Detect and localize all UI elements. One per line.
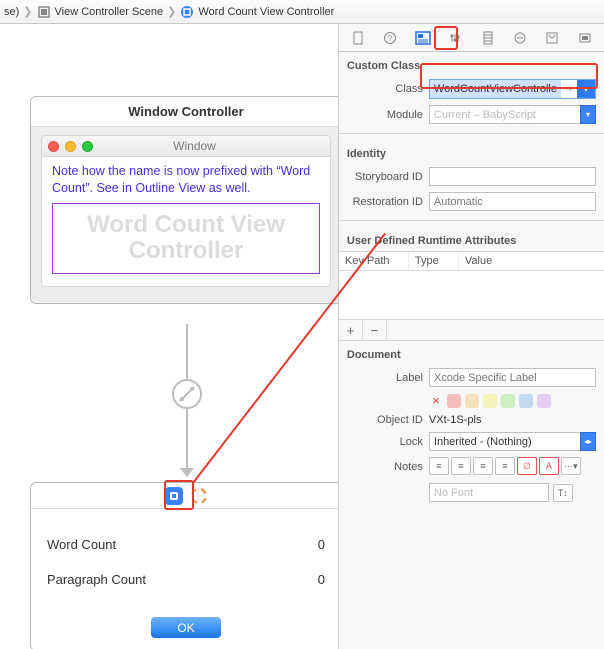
font-panel-icon[interactable]: A xyxy=(539,457,559,475)
remove-attribute-button[interactable]: − xyxy=(363,320,387,340)
identity-inspector-tab-icon[interactable] xyxy=(414,29,432,47)
udra-col-keypath[interactable]: Key Path xyxy=(339,252,409,270)
inspector-panel: ? Custom Class Class WordCountViewContro… xyxy=(338,24,604,649)
file-inspector-tab-icon[interactable] xyxy=(349,29,367,47)
align-right-icon[interactable]: ≡ xyxy=(473,457,493,475)
breadcrumb-item-controller[interactable]: Word Count View Controller xyxy=(198,6,334,18)
storyboard-canvas[interactable]: Window Controller Window Note how the na… xyxy=(0,24,338,649)
window-titlebar: Window xyxy=(41,135,331,157)
stat-row: Paragraph Count 0 xyxy=(47,562,325,597)
lock-popup[interactable]: Inherited - (Nothing) ◂▸ xyxy=(429,432,596,451)
ok-button[interactable]: OK xyxy=(151,617,221,638)
storyboard-scene-icon xyxy=(37,5,51,19)
align-center-icon[interactable]: ≡ xyxy=(451,457,471,475)
module-label: Module xyxy=(347,109,423,121)
annotation-note: Note how the name is now prefixed with “… xyxy=(52,163,320,197)
align-justify-icon[interactable]: ≡ xyxy=(495,457,515,475)
stat-row: Word Count 0 xyxy=(47,527,325,562)
breadcrumb-bar: se) ❯ View Controller Scene ❯ Word Count… xyxy=(0,0,604,24)
class-combobox[interactable]: WordCountViewControlle ➜ ▾ xyxy=(429,79,596,99)
view-controller-object[interactable]: Word Count 0 Paragraph Count 0 OK xyxy=(30,482,338,649)
section-udra: User Defined Runtime Attributes xyxy=(339,227,604,251)
size-inspector-tab-icon[interactable] xyxy=(479,29,497,47)
strike-icon[interactable]: ∅ xyxy=(517,457,537,475)
breadcrumb-partial: se) xyxy=(4,6,19,18)
view-controller-badge-icon[interactable] xyxy=(165,487,183,505)
stat-label: Paragraph Count xyxy=(47,572,146,587)
section-custom-class: Custom Class xyxy=(339,52,604,76)
stat-value: 0 xyxy=(318,572,325,587)
chevron-icon: ❯ xyxy=(23,5,32,18)
storyboard-id-input[interactable] xyxy=(429,167,596,186)
object-id-label: Object ID xyxy=(347,414,423,426)
attributes-inspector-tab-icon[interactable] xyxy=(446,29,464,47)
svg-text:?: ? xyxy=(388,34,393,43)
section-identity: Identity xyxy=(339,140,604,164)
clear-label-color-icon[interactable]: × xyxy=(429,393,443,408)
lock-value: Inherited - (Nothing) xyxy=(429,432,580,451)
label-color-swatches: × xyxy=(429,393,596,408)
content-placeholder-label: Word Count View Controller xyxy=(52,203,320,274)
notes-format-bar: ≡ ≡ ≡ ≡ ∅ A ⋯▾ xyxy=(429,457,596,477)
module-value: Current – BabyScript xyxy=(429,105,580,124)
class-value[interactable]: WordCountViewControlle xyxy=(430,80,561,98)
label-color-swatch[interactable] xyxy=(483,394,497,408)
notes-label: Notes xyxy=(347,461,423,473)
doc-label-label: Label xyxy=(347,372,423,384)
dropdown-arrow-icon[interactable]: ▾ xyxy=(580,105,596,124)
udra-col-value[interactable]: Value xyxy=(459,252,604,270)
font-picker-icon[interactable]: T↕ xyxy=(553,484,573,502)
label-color-swatch[interactable] xyxy=(447,394,461,408)
add-attribute-button[interactable]: + xyxy=(339,320,363,340)
udra-add-remove: + − xyxy=(339,319,604,341)
more-format-icon[interactable]: ⋯▾ xyxy=(561,457,581,475)
inspector-tab-bar: ? xyxy=(339,24,604,52)
chevron-icon: ❯ xyxy=(167,5,176,18)
window-title: Window xyxy=(59,139,330,153)
stat-value: 0 xyxy=(318,537,325,552)
dropdown-arrow-icon[interactable]: ◂▸ xyxy=(580,432,596,451)
label-color-swatch[interactable] xyxy=(537,394,551,408)
storyboard-id-label: Storyboard ID xyxy=(347,171,423,183)
dropdown-arrow-icon[interactable]: ▾ xyxy=(577,80,595,98)
first-responder-icon[interactable] xyxy=(189,485,210,506)
udra-table-body[interactable] xyxy=(339,271,604,319)
stat-label: Word Count xyxy=(47,537,116,552)
segue-arrowhead-icon xyxy=(180,468,194,477)
restoration-id-label: Restoration ID xyxy=(347,196,423,208)
section-document: Document xyxy=(339,341,604,365)
quick-help-tab-icon[interactable]: ? xyxy=(381,29,399,47)
bindings-inspector-tab-icon[interactable] xyxy=(543,29,561,47)
lock-label: Lock xyxy=(347,436,423,448)
effects-inspector-tab-icon[interactable] xyxy=(576,29,594,47)
label-color-swatch[interactable] xyxy=(465,394,479,408)
object-id-value: VXt-1S-pls xyxy=(429,414,596,426)
traffic-light-close-icon[interactable] xyxy=(48,141,59,152)
class-label: Class xyxy=(347,83,423,95)
label-color-swatch[interactable] xyxy=(501,394,515,408)
udra-header-row: Key Path Type Value xyxy=(339,251,604,271)
segue-icon[interactable] xyxy=(172,379,202,409)
module-popup[interactable]: Current – BabyScript ▾ xyxy=(429,105,596,124)
connections-inspector-tab-icon[interactable] xyxy=(511,29,529,47)
udra-col-type[interactable]: Type xyxy=(409,252,459,270)
breadcrumb-item-scene[interactable]: View Controller Scene xyxy=(55,6,164,18)
doc-label-input[interactable] xyxy=(429,368,596,387)
align-left-icon[interactable]: ≡ xyxy=(429,457,449,475)
scene-dock xyxy=(31,483,338,509)
notes-font-field[interactable]: No Font xyxy=(429,483,549,502)
window-controller-title: Window Controller xyxy=(31,97,338,127)
label-color-swatch[interactable] xyxy=(519,394,533,408)
restoration-id-input[interactable] xyxy=(429,192,596,211)
jump-to-class-icon[interactable]: ➜ xyxy=(561,80,577,98)
view-controller-icon xyxy=(180,5,194,19)
window-controller-object[interactable]: Window Controller Window Note how the na… xyxy=(30,96,338,304)
